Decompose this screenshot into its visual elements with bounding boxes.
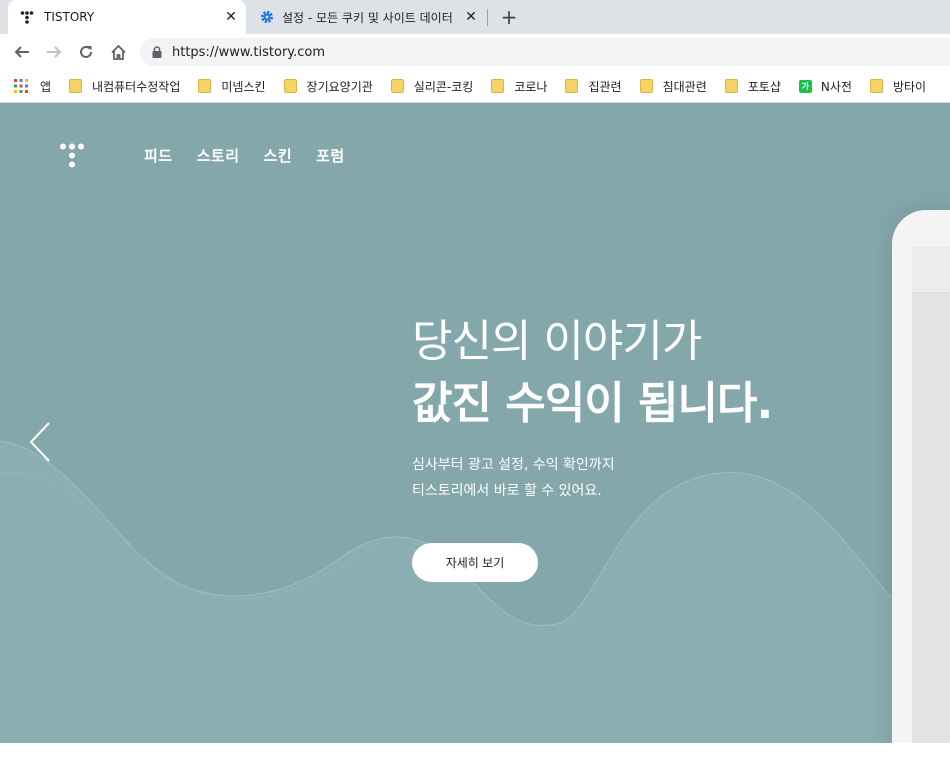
forward-button[interactable] xyxy=(42,40,66,64)
bookmarks-bar: 앱 내컴퓨터수정작업 미넴스킨 장기요양기관 실리콘-코킹 코로나 집관련 침대… xyxy=(0,70,950,103)
folder-icon xyxy=(198,79,212,93)
nav-story-link[interactable]: 스토리 xyxy=(197,145,240,166)
bookmark-label: 방타이 xyxy=(892,79,927,94)
close-tab-icon[interactable]: ✕ xyxy=(462,8,480,26)
bookmark-label: 실리콘-코킹 xyxy=(413,79,474,94)
bookmark-label: 내컴퓨터수정작업 xyxy=(92,79,181,94)
nav-forum-link[interactable]: 포럼 xyxy=(316,145,345,166)
bookmark-label: 집관련 xyxy=(588,79,622,94)
nav-skin-link[interactable]: 스킨 xyxy=(264,145,293,166)
bookmark-folder[interactable]: 포토샵 xyxy=(724,74,781,98)
browser-toolbar: https://www.tistory.com xyxy=(0,34,950,70)
bookmark-folder[interactable]: 실리콘-코킹 xyxy=(390,74,474,98)
new-tab-button[interactable]: + xyxy=(498,5,520,29)
gear-icon xyxy=(260,10,274,24)
browser-tab-strip: TISTORY ✕ 설정 - 모든 쿠키 및 사이트 데이터 ✕ + xyxy=(0,0,950,34)
url-text: https://www.tistory.com xyxy=(172,44,326,60)
bookmark-apps[interactable]: 앱 xyxy=(14,74,51,98)
bookmark-label: 미넴스킨 xyxy=(221,79,266,94)
hero-description: 심사부터 광고 설정, 수익 확인까지 티스토리에서 바로 할 수 있어요. xyxy=(412,452,615,504)
hero-description-line1: 심사부터 광고 설정, 수익 확인까지 xyxy=(412,457,615,473)
hero-description-line2: 티스토리에서 바로 할 수 있어요. xyxy=(412,483,602,499)
bookmark-label: 침대관련 xyxy=(662,79,707,94)
folder-icon xyxy=(491,79,505,93)
bookmark-folder[interactable]: 집관련 xyxy=(565,74,622,98)
bookmark-label: 장기요양기관 xyxy=(306,79,373,94)
tab-title: TISTORY xyxy=(44,10,95,24)
folder-icon xyxy=(869,79,883,93)
folder-icon xyxy=(639,79,653,93)
folder-icon xyxy=(390,79,404,93)
tistory-hero-section: 피드 스토리 스킨 포럼 당신의 이야기가 값진 수익이 됩니다. 심사부터 광… xyxy=(0,103,950,743)
learn-more-button[interactable]: 자세히 보기 xyxy=(412,543,538,582)
bookmark-n-dictionary[interactable]: 가 N사전 xyxy=(798,74,852,98)
folder-icon xyxy=(724,79,738,93)
back-button[interactable] xyxy=(10,40,34,64)
device-screen-header xyxy=(912,246,950,293)
arrow-left-icon xyxy=(14,46,29,58)
tab-tistory[interactable]: TISTORY ✕ xyxy=(8,0,246,34)
address-bar[interactable]: https://www.tistory.com xyxy=(140,38,950,66)
folder-icon xyxy=(565,79,579,93)
device-mockup-image xyxy=(892,210,950,743)
device-screen xyxy=(912,246,950,743)
bookmark-folder[interactable]: 침대관련 xyxy=(639,74,707,98)
reload-icon xyxy=(80,45,92,58)
home-button[interactable] xyxy=(106,40,130,64)
bookmark-label: 앱 xyxy=(40,79,52,94)
bookmark-folder[interactable]: 방타이 xyxy=(869,74,927,98)
bookmark-folder[interactable]: 미넴스킨 xyxy=(198,74,266,98)
reload-button[interactable] xyxy=(74,40,98,64)
bookmark-folder[interactable]: 코로나 xyxy=(491,74,547,98)
apps-grid-icon xyxy=(14,79,28,93)
bookmark-folder[interactable]: 내컴퓨터수정작업 xyxy=(69,74,180,98)
naver-dictionary-icon: 가 xyxy=(798,79,812,93)
close-tab-icon[interactable]: ✕ xyxy=(222,8,240,26)
bookmark-label: N사전 xyxy=(820,79,852,94)
bookmark-label: 포토샵 xyxy=(747,79,781,94)
tab-settings[interactable]: 설정 - 모든 쿠키 및 사이트 데이터 ✕ xyxy=(250,0,486,34)
tab-title: 설정 - 모든 쿠키 및 사이트 데이터 xyxy=(282,10,453,25)
bookmark-folder[interactable]: 장기요양기관 xyxy=(283,74,373,98)
arrow-right-icon xyxy=(47,46,62,58)
nav-feed-link[interactable]: 피드 xyxy=(144,145,173,166)
bookmark-label: 코로나 xyxy=(514,79,548,94)
chevron-left-icon xyxy=(29,422,50,462)
lock-icon xyxy=(152,46,162,58)
home-icon xyxy=(110,44,126,60)
hero-headline-line2: 값진 수익이 됩니다. xyxy=(412,378,773,429)
folder-icon xyxy=(283,79,297,93)
tistory-logo-icon[interactable] xyxy=(59,143,85,173)
folder-icon xyxy=(69,79,83,93)
hero-headline-line1: 당신의 이야기가 xyxy=(412,316,702,367)
main-navigation: 피드 스토리 스킨 포럼 xyxy=(144,145,345,166)
tistory-favicon-icon xyxy=(20,10,34,24)
tab-divider xyxy=(487,9,488,26)
carousel-prev-button[interactable] xyxy=(28,421,52,467)
